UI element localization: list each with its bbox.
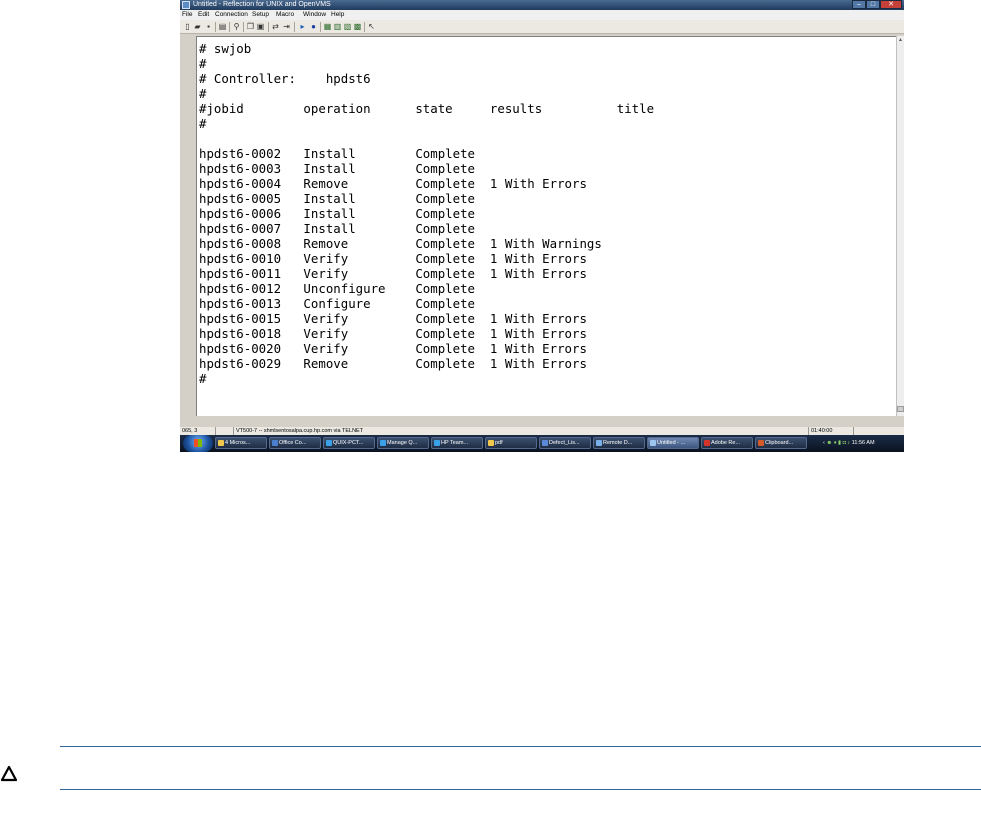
taskbar-item[interactable]: Remote D... — [593, 437, 645, 449]
menu-file[interactable]: File — [182, 10, 192, 20]
terminal-line: hpdst6-0003 Install Complete — [199, 161, 476, 176]
reflection-icon — [650, 440, 656, 446]
caution-icon — [0, 765, 18, 782]
menu-window[interactable]: Window — [303, 10, 326, 20]
open-icon[interactable]: ▰ — [193, 22, 202, 31]
status-bar: 065, 3 VT500-7 -- shmlsentosalpa.cup.hp.… — [180, 427, 904, 435]
terminal-line: hpdst6-0005 Install Complete — [199, 191, 476, 206]
terminal-line: hpdst6-0018 Verify Complete 1 With Error… — [199, 326, 587, 341]
clipboard-icon — [758, 440, 764, 446]
toolbar: ▯ ▰ ▪ ▤ ⚲ ❐ ▣ ⇄ ⇥ ▸ ● ▦ ▥ ▧ ▩ ↖ — [180, 20, 904, 34]
taskbar-item[interactable]: Untitled - ... — [647, 437, 699, 449]
system-tray: ‹ ☻ ♦ ▮ ◘ ♪ 11:56 AM — [823, 437, 903, 449]
terminal-text: # swjob # # Controller: hpdst6 # #jobid … — [199, 41, 884, 416]
app-icon — [182, 1, 190, 9]
document-icon — [542, 440, 548, 446]
terminal-line: hpdst6-0011 Verify Complete 1 With Error… — [199, 266, 587, 281]
terminal-line: # — [199, 116, 207, 131]
adobe-icon — [704, 440, 710, 446]
connection-status: VT500-7 -- shmlsentosalpa.cup.hp.com via… — [234, 427, 809, 435]
cursor-position: 065, 3 — [180, 427, 216, 435]
close-button[interactable]: ✕ — [880, 0, 902, 9]
terminal-line: # — [199, 371, 207, 386]
tray-expand-icon[interactable]: ‹ — [823, 440, 825, 446]
terminal-line: hpdst6-0010 Verify Complete 1 With Error… — [199, 251, 587, 266]
menu-help[interactable]: Help — [331, 10, 344, 20]
taskbar-item[interactable]: Adobe Re... — [701, 437, 753, 449]
new-icon[interactable]: ▯ — [183, 22, 192, 31]
window-title: Untitled - Reflection for UNIX and OpenV… — [193, 1, 331, 8]
taskbar-item[interactable]: pdf — [485, 437, 537, 449]
print-icon[interactable]: ▤ — [218, 22, 227, 31]
terminal-line: # — [199, 56, 207, 71]
find-icon[interactable]: ⚲ — [232, 22, 241, 31]
menu-edit[interactable]: Edit — [198, 10, 209, 20]
minimize-button[interactable]: – — [852, 0, 866, 9]
terminal-line: hpdst6-0015 Verify Complete 1 With Error… — [199, 311, 587, 326]
terminal-line: #jobid operation state results title — [199, 101, 655, 116]
ie-icon — [434, 440, 440, 446]
office-icon — [272, 440, 278, 446]
terminal-screen[interactable]: # swjob # # Controller: hpdst6 # #jobid … — [196, 36, 896, 416]
copy-icon[interactable]: ❐ — [246, 22, 255, 31]
ie-icon — [326, 440, 332, 446]
help-icon[interactable]: ↖ — [367, 22, 376, 31]
play-icon[interactable]: ▸ — [298, 22, 307, 31]
settings-icon[interactable]: ▦ — [323, 22, 332, 31]
windows-logo-icon — [194, 439, 202, 447]
menu-bar: File Edit Connection Setup Macro Window … — [180, 10, 904, 20]
folder-icon — [488, 440, 494, 446]
save-icon[interactable]: ▪ — [204, 22, 213, 31]
terminal-line: hpdst6-0006 Install Complete — [199, 206, 476, 221]
maximize-button[interactable]: □ — [866, 0, 880, 9]
vertical-scrollbar[interactable]: ▲ ▼ — [896, 36, 904, 416]
terminal-line: hpdst6-0012 Unconfigure Complete — [199, 281, 476, 296]
taskbar-item[interactable]: 4 Micros... — [215, 437, 267, 449]
taskbar-item[interactable]: Defect_Lis... — [539, 437, 591, 449]
terminal-line: hpdst6-0029 Remove Complete 1 With Error… — [199, 356, 587, 371]
paste-icon[interactable]: ▣ — [256, 22, 265, 31]
terminal-line: # — [199, 86, 207, 101]
taskbar: 4 Micros... Office Co... QUIX-PCT... Man… — [180, 435, 904, 452]
taskbar-item[interactable]: QUIX-PCT... — [323, 437, 375, 449]
taskbar-item[interactable]: Office Co... — [269, 437, 321, 449]
clock[interactable]: 11:56 AM — [852, 440, 875, 446]
display-icon[interactable]: ▧ — [343, 22, 352, 31]
taskbar-item[interactable]: HP Team... — [431, 437, 483, 449]
start-button[interactable] — [183, 435, 213, 452]
terminal-line: hpdst6-0008 Remove Complete 1 With Warni… — [199, 236, 602, 251]
disconnect-icon[interactable]: ⇥ — [282, 22, 291, 31]
note-bottom-rule — [60, 789, 981, 790]
terminal-line: hpdst6-0002 Install Complete — [199, 146, 476, 161]
scroll-up-icon[interactable]: ▲ — [897, 36, 904, 44]
terminal-line: hpdst6-0020 Verify Complete 1 With Error… — [199, 341, 587, 356]
record-icon[interactable]: ● — [309, 22, 318, 31]
session-timer: 01:40:00 — [809, 427, 854, 435]
menu-connection[interactable]: Connection — [215, 10, 248, 20]
tray-icons[interactable]: ☻ ♦ ▮ ◘ ♪ — [826, 440, 850, 446]
terminal-line: hpdst6-0004 Remove Complete 1 With Error… — [199, 176, 587, 191]
macro-icon[interactable]: ▩ — [353, 22, 362, 31]
folder-icon — [218, 440, 224, 446]
taskbar-item[interactable]: Clipboard... — [755, 437, 807, 449]
terminal-line: # swjob — [199, 41, 252, 56]
menu-macro[interactable]: Macro — [276, 10, 294, 20]
terminal-line: hpdst6-0007 Install Complete — [199, 221, 476, 236]
scroll-thumb[interactable] — [897, 406, 904, 412]
keyboard-icon[interactable]: ▥ — [333, 22, 342, 31]
note-top-rule — [60, 746, 981, 747]
menu-setup[interactable]: Setup — [252, 10, 269, 20]
terminal-line: # Controller: hpdst6 — [199, 71, 371, 86]
connect-icon[interactable]: ⇄ — [271, 22, 280, 31]
ie-icon — [380, 440, 386, 446]
taskbar-item[interactable]: Manage Q... — [377, 437, 429, 449]
terminal-line: hpdst6-0013 Configure Complete — [199, 296, 476, 311]
reflection-window: Untitled - Reflection for UNIX and OpenV… — [180, 0, 904, 452]
title-bar[interactable]: Untitled - Reflection for UNIX and OpenV… — [180, 0, 904, 10]
remote-desktop-icon — [596, 440, 602, 446]
